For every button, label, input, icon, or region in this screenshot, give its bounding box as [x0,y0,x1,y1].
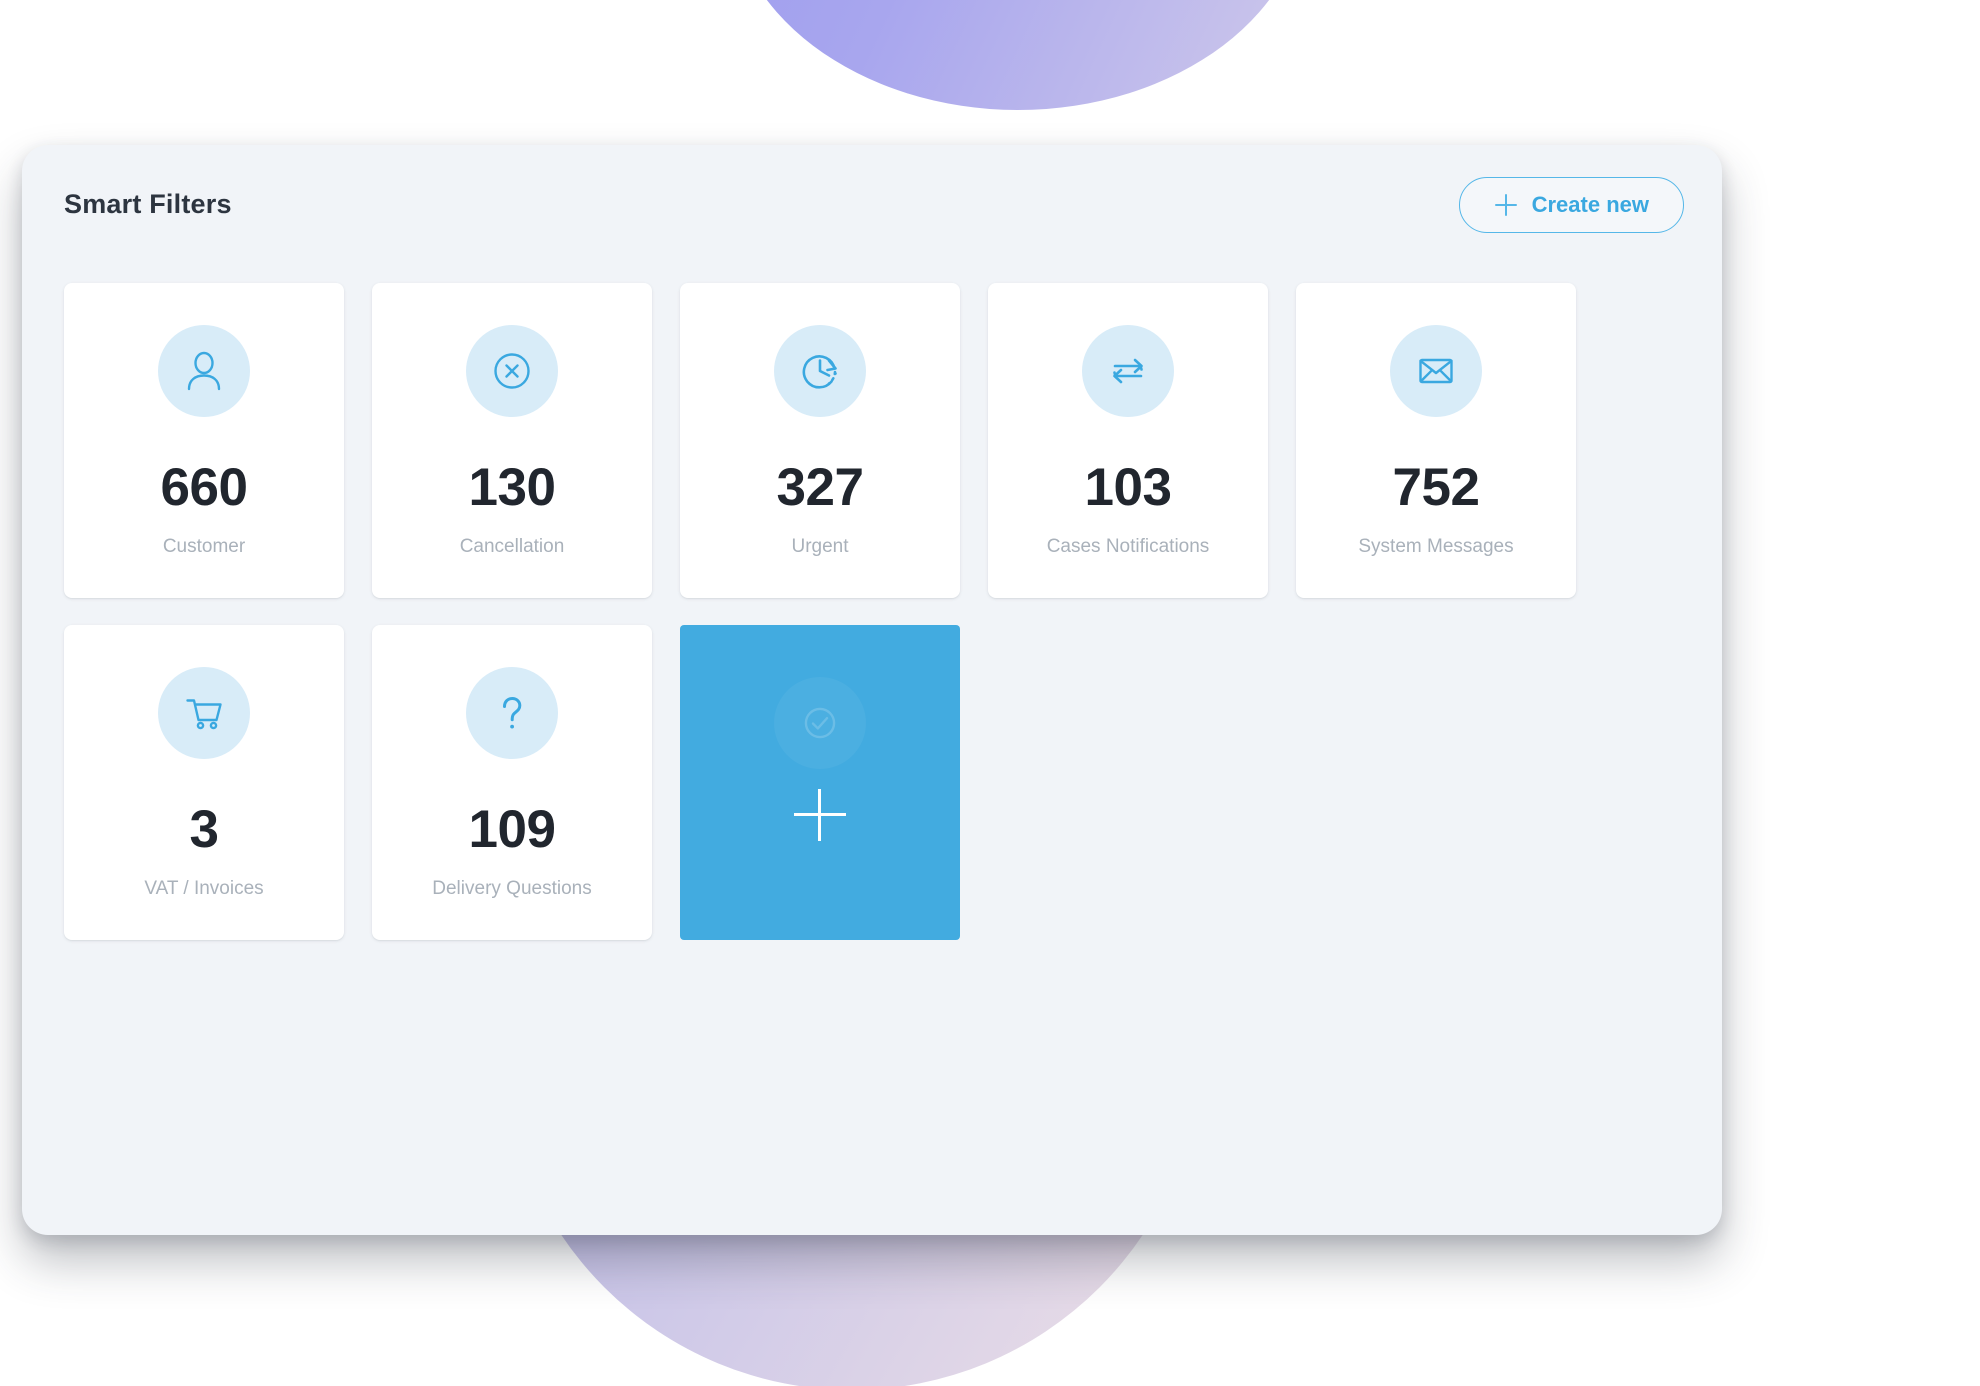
filter-label: Customer [162,536,246,557]
filter-tile-customer[interactable]: 660 Customer [64,283,344,598]
filter-tile-system-messages[interactable]: 752 System Messages [1296,283,1576,598]
exchange-arrows-icon [1082,325,1174,417]
question-mark-icon [466,667,558,759]
filter-count: 130 [468,458,556,517]
add-filter-tile[interactable] [680,625,960,940]
plus-icon [1494,193,1518,217]
panel-header: Smart Filters Create new [22,145,1722,263]
filter-label: Cases Notifications [1046,536,1210,557]
filter-count: 109 [468,800,556,859]
filter-label: System Messages [1358,536,1514,557]
clock-history-icon [774,325,866,417]
create-new-button[interactable]: Create new [1458,177,1684,233]
close-circle-icon [466,325,558,417]
filter-tile-urgent[interactable]: 327 Urgent [680,283,960,598]
filter-label: Delivery Questions [432,878,592,899]
screenshot-stage: Smart Filters Create new 660 Customer 13… [0,0,1980,1386]
filter-label: Cancellation [459,536,565,557]
plus-icon [794,789,846,841]
filter-label: VAT / Invoices [144,878,264,899]
filter-count: 3 [189,800,219,859]
filter-tile-cases-notifications[interactable]: 103 Cases Notifications [988,283,1268,598]
filter-tile-cancellation[interactable]: 130 Cancellation [372,283,652,598]
user-icon [158,325,250,417]
filter-label: Urgent [791,536,849,557]
filter-tile-delivery-questions[interactable]: 109 Delivery Questions [372,625,652,940]
check-circle-icon [774,677,866,769]
page-title: Smart Filters [64,189,232,219]
decorative-blob-top [728,0,1308,110]
smart-filter-grid: 660 Customer 130 Cancellation 327 Urgent… [64,283,1684,940]
filter-count: 660 [160,458,248,517]
filter-count: 103 [1084,458,1172,517]
shopping-cart-icon [158,667,250,759]
smart-filters-panel: Smart Filters Create new 660 Customer 13… [22,145,1722,1235]
create-new-button-label: Create new [1531,192,1649,217]
filter-count: 327 [776,458,864,517]
filter-count: 752 [1392,458,1480,517]
envelope-icon [1390,325,1482,417]
filter-tile-vat-invoices[interactable]: 3 VAT / Invoices [64,625,344,940]
